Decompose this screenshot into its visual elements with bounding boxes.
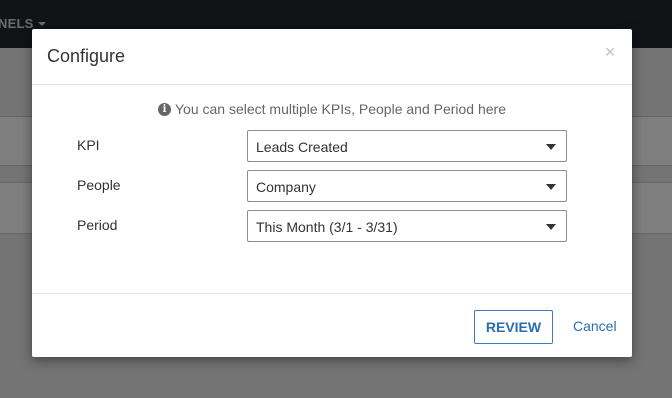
dialog-footer: REVIEW Cancel: [32, 293, 632, 357]
info-circle-icon: i: [157, 102, 171, 116]
close-icon[interactable]: ×: [602, 43, 618, 61]
review-button[interactable]: REVIEW: [474, 310, 553, 344]
people-select-value: Company: [256, 179, 316, 195]
period-row: Period This Month (3/1 - 3/31): [32, 210, 632, 242]
kpi-select-value: Leads Created: [256, 139, 348, 155]
kpi-select[interactable]: Leads Created: [247, 130, 567, 162]
dialog-header: Configure ×: [32, 29, 632, 85]
info-text: You can select multiple KPIs, People and…: [174, 101, 507, 117]
cancel-link[interactable]: Cancel: [573, 318, 617, 334]
people-row: People Company: [32, 170, 632, 202]
info-message: i You can select multiple KPIs, People a…: [32, 101, 632, 117]
chevron-down-icon: [546, 224, 556, 230]
period-select-value: This Month (3/1 - 3/31): [256, 219, 398, 235]
people-select[interactable]: Company: [247, 170, 567, 202]
dialog-title: Configure: [47, 46, 126, 66]
chevron-down-icon: [546, 144, 556, 150]
chevron-down-icon: [546, 184, 556, 190]
people-label: People: [77, 177, 121, 193]
kpi-row: KPI Leads Created: [32, 130, 632, 162]
kpi-label: KPI: [77, 137, 100, 153]
configure-dialog: Configure × i You can select multiple KP…: [32, 29, 632, 357]
period-label: Period: [77, 217, 118, 233]
period-select[interactable]: This Month (3/1 - 3/31): [247, 210, 567, 242]
